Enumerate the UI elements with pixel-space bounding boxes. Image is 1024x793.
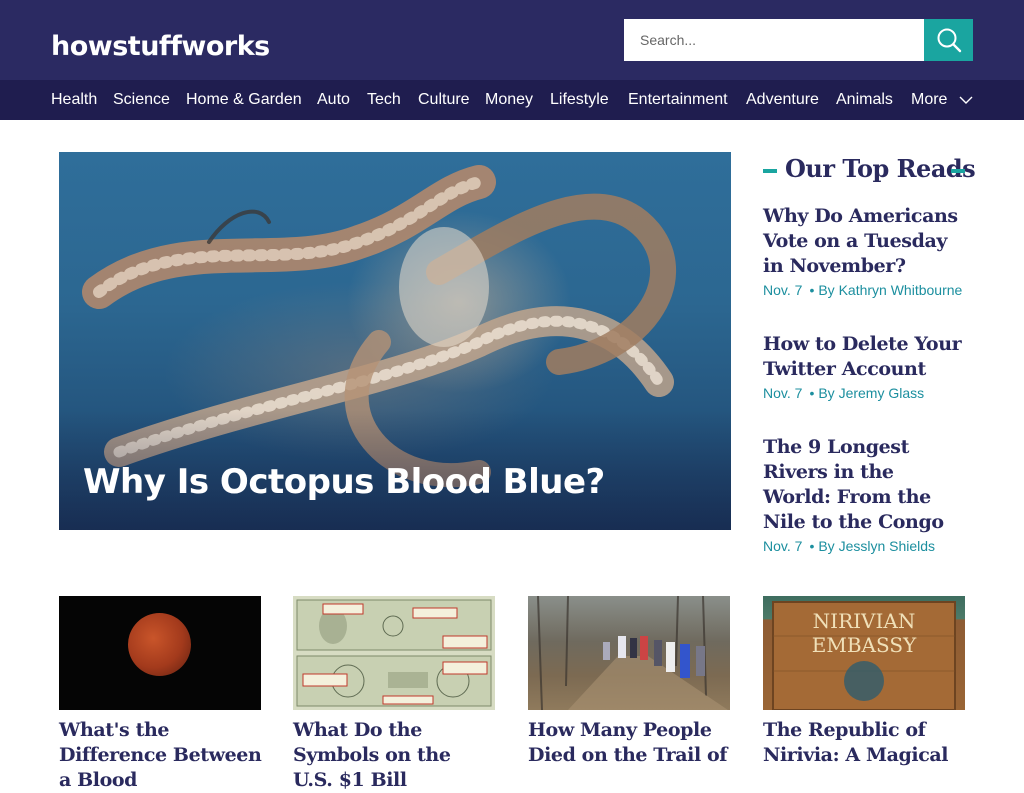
top-read-item: Why Do Americans Vote on a Tuesday in No… — [763, 204, 967, 298]
nav-more-menu[interactable]: More — [911, 80, 974, 120]
embassy-sign-graphic: NIRIVIAN EMBASSY — [772, 601, 956, 710]
top-read-author[interactable]: By Jeremy Glass — [818, 385, 924, 401]
nav-item-culture[interactable]: Culture — [418, 80, 470, 120]
site-header: howstuffworks — [0, 0, 1024, 80]
top-read-author[interactable]: By Kathryn Whitbourne — [818, 282, 962, 298]
nav-item-adventure[interactable]: Adventure — [746, 80, 819, 120]
article-card: What's the Difference Between a Blood — [59, 596, 262, 793]
sign-text-nirivian: NIRIVIAN — [813, 609, 916, 633]
card-image-trail[interactable] — [528, 596, 730, 710]
nav-item-lifestyle[interactable]: Lifestyle — [550, 80, 609, 120]
card-title[interactable]: How Many People Died on the Trail of — [528, 718, 731, 768]
heading-accent-left — [763, 169, 777, 173]
top-read-meta: Nov. 7 • By Jesslyn Shields — [763, 538, 936, 554]
card-title[interactable]: The Republic of Nirivia: A Magical — [763, 718, 966, 768]
top-read-title[interactable]: How to Delete Your Twitter Account — [763, 332, 967, 382]
hero-title[interactable]: Why Is Octopus Blood Blue? — [83, 462, 605, 502]
nav-more-label: More — [911, 91, 948, 108]
nav-item-home-garden[interactable]: Home & Garden — [186, 80, 302, 120]
nav-item-auto[interactable]: Auto — [317, 80, 350, 120]
category-nav: Health Science Home & Garden Auto Tech C… — [0, 80, 1024, 120]
card-title[interactable]: What's the Difference Between a Blood — [59, 718, 262, 793]
nav-item-health[interactable]: Health — [51, 80, 97, 120]
search-icon — [937, 28, 961, 53]
card-title[interactable]: What Do the Symbols on the U.S. $1 Bill — [293, 718, 496, 793]
sign-text-embassy: EMBASSY — [812, 633, 917, 657]
article-card: What Do the Symbols on the U.S. $1 Bill — [293, 596, 496, 793]
logo-text: howstuffworks — [51, 31, 270, 62]
blood-moon-shape — [128, 613, 191, 676]
search-input[interactable] — [624, 19, 924, 61]
chevron-down-icon — [959, 96, 973, 104]
top-read-date: Nov. 7 — [763, 282, 803, 298]
article-card: How Many People Died on the Trail of — [528, 596, 731, 768]
top-read-title[interactable]: Why Do Americans Vote on a Tuesday in No… — [763, 204, 967, 279]
top-read-title[interactable]: The 9 Longest Rivers in the World: From … — [763, 435, 967, 535]
top-read-item: How to Delete Your Twitter Account Nov. … — [763, 332, 967, 401]
nav-item-entertainment[interactable]: Entertainment — [628, 80, 728, 120]
top-read-meta: Nov. 7 • By Kathryn Whitbourne — [763, 282, 963, 298]
article-card: NIRIVIAN EMBASSY The Republic of Nirivia… — [763, 596, 966, 768]
nav-item-animals[interactable]: Animals — [836, 80, 893, 120]
dollar-bill-graphic — [296, 599, 492, 707]
search-button[interactable] — [924, 19, 973, 61]
nav-item-science[interactable]: Science — [113, 80, 170, 120]
heading-accent-right — [951, 169, 965, 173]
nav-item-tech[interactable]: Tech — [367, 80, 401, 120]
hero-feature[interactable]: Why Is Octopus Blood Blue? — [59, 152, 731, 530]
top-read-date: Nov. 7 — [763, 385, 803, 401]
card-image-embassy-sign[interactable]: NIRIVIAN EMBASSY — [763, 596, 965, 710]
top-reads-heading: Our Top Reads — [763, 152, 976, 188]
top-reads-title: Our Top Reads — [785, 154, 976, 183]
top-read-date: Nov. 7 — [763, 538, 803, 554]
nav-item-money[interactable]: Money — [485, 80, 533, 120]
card-image-dollar-bill[interactable] — [293, 596, 495, 710]
top-read-meta: Nov. 7 • By Jeremy Glass — [763, 385, 925, 401]
top-read-author[interactable]: By Jesslyn Shields — [818, 538, 935, 554]
top-read-item: The 9 Longest Rivers in the World: From … — [763, 435, 967, 554]
trail-graphic — [537, 596, 728, 710]
card-image-moon[interactable] — [59, 596, 261, 710]
site-logo[interactable]: howstuffworks — [51, 18, 270, 62]
